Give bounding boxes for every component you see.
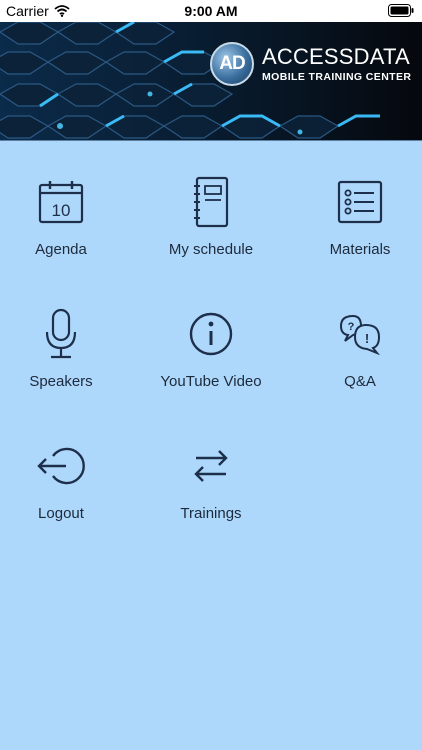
menu-label-youtube-video: YouTube Video: [160, 373, 262, 390]
menu-item-qa[interactable]: ? ! Q&A: [290, 273, 422, 405]
menu-label-materials: Materials: [329, 241, 391, 258]
menu-item-agenda[interactable]: 10 Agenda: [0, 141, 131, 273]
brand-name: ACCESSDATA: [262, 45, 411, 69]
menu-item-materials[interactable]: Materials: [290, 141, 422, 273]
calendar-icon: 10: [34, 175, 88, 229]
brand-subtitle: MOBILE TRAINING CENTER: [262, 71, 412, 83]
checklist-icon: [333, 175, 387, 229]
battery-icon: [388, 4, 414, 20]
menu-item-my-schedule[interactable]: My schedule: [141, 141, 281, 273]
speech-bubbles-icon: ? !: [333, 307, 387, 361]
menu-item-youtube-video[interactable]: YouTube Video: [141, 273, 281, 405]
brand-lockup: AD ACCESSDATA MOBILE TRAINING CENTER: [210, 42, 411, 86]
logout-icon: [34, 439, 88, 493]
menu-item-speakers[interactable]: Speakers: [0, 273, 131, 405]
menu-label-speakers: Speakers: [29, 373, 93, 390]
menu-label-logout: Logout: [38, 505, 84, 522]
menu-label-agenda: Agenda: [35, 241, 87, 258]
menu-label-trainings: Trainings: [180, 505, 242, 522]
microphone-icon: [34, 307, 88, 361]
menu-label-my-schedule: My schedule: [168, 241, 254, 258]
notebook-icon: [184, 175, 238, 229]
brand-name-bold: ACCESS: [262, 44, 354, 69]
status-bar: Carrier 9:00 AM: [0, 0, 422, 22]
swap-arrows-icon: [184, 439, 238, 493]
brand-name-thin: DATA: [353, 44, 410, 69]
header-banner: AD ACCESSDATA MOBILE TRAINING CENTER: [0, 22, 422, 140]
svg-text:!: !: [365, 331, 369, 346]
menu-item-trainings[interactable]: Trainings: [141, 405, 281, 537]
menu-label-qa: Q&A: [344, 373, 376, 390]
accessdata-logo: AD: [210, 42, 254, 86]
info-icon: [184, 307, 238, 361]
menu-item-logout[interactable]: Logout: [0, 405, 131, 537]
clock: 9:00 AM: [184, 3, 238, 19]
calendar-day-number: 10: [52, 201, 71, 220]
svg-text:?: ?: [348, 321, 355, 333]
